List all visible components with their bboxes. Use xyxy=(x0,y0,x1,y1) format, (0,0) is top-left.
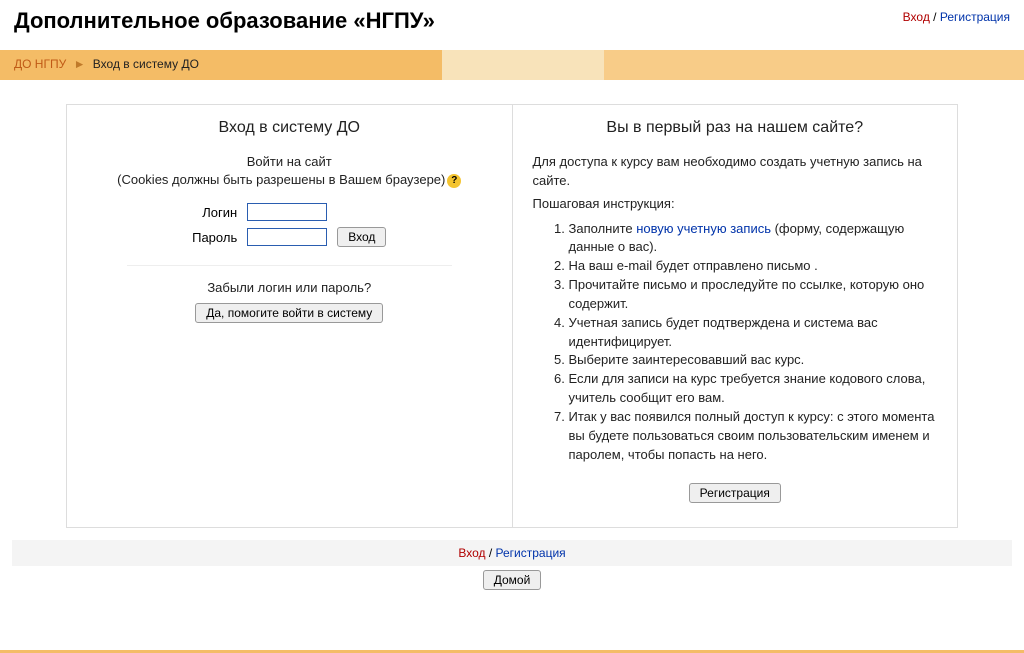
help-login-button[interactable]: Да, помогите войти в систему xyxy=(195,303,383,323)
footer-auth-links: Вход / Регистрация xyxy=(12,540,1012,566)
signup-intro-2: Пошаговая инструкция: xyxy=(533,195,938,214)
login-label: Логин xyxy=(188,201,241,223)
home-button[interactable]: Домой xyxy=(483,570,542,590)
login-submit-button[interactable]: Вход xyxy=(337,227,386,247)
bottom-rule xyxy=(0,650,1024,653)
top-auth-links: Вход / Регистрация xyxy=(903,10,1010,24)
list-item: Учетная запись будет подтверждена и сист… xyxy=(569,314,938,352)
top-register-link[interactable]: Регистрация xyxy=(940,10,1010,24)
signup-steps: Заполните новую учетную запись (форму, с… xyxy=(569,220,938,465)
password-label: Пароль xyxy=(188,225,241,249)
forgot-text: Забыли логин или пароль? xyxy=(87,280,492,295)
signup-intro-1: Для доступа к курсу вам необходимо созда… xyxy=(533,153,938,191)
list-item: Заполните новую учетную запись (форму, с… xyxy=(569,220,938,258)
site-title: Дополнительное образование «НГПУ» xyxy=(14,8,435,34)
breadcrumb-root[interactable]: ДО НГПУ xyxy=(14,57,66,71)
list-item: Итак у вас появился полный доступ к курс… xyxy=(569,408,938,465)
login-form: Логин Пароль Вход xyxy=(186,199,392,251)
list-item: Прочитайте письмо и проследуйте по ссылк… xyxy=(569,276,938,314)
breadcrumb: ДО НГПУ ► Вход в систему ДО xyxy=(14,57,199,71)
breadcrumb-arrow-icon: ► xyxy=(74,57,86,71)
breadcrumb-current: Вход в систему ДО xyxy=(93,57,199,71)
separator: / xyxy=(485,546,495,560)
divider xyxy=(127,265,452,266)
login-intro: Войти на сайт (Cookies должны быть разре… xyxy=(87,153,492,189)
footer-register-link[interactable]: Регистрация xyxy=(496,546,566,560)
login-panel: Вход в систему ДО Войти на сайт (Cookies… xyxy=(67,105,513,527)
breadcrumb-band: ДО НГПУ ► Вход в систему ДО xyxy=(0,50,1024,80)
signup-panel: Вы в первый раз на нашем сайте? Для дост… xyxy=(513,105,958,527)
login-heading: Вход в систему ДО xyxy=(87,119,492,137)
footer-login-link[interactable]: Вход xyxy=(458,546,485,560)
login-input[interactable] xyxy=(247,203,327,221)
password-input[interactable] xyxy=(247,228,327,246)
help-icon[interactable]: ? xyxy=(447,174,461,188)
register-button[interactable]: Регистрация xyxy=(689,483,781,503)
list-item: Выберите заинтересовавший вас курс. xyxy=(569,351,938,370)
top-login-link[interactable]: Вход xyxy=(903,10,930,24)
separator: / xyxy=(930,10,940,24)
list-item: На ваш e-mail будет отправлено письмо . xyxy=(569,257,938,276)
new-account-link[interactable]: новую учетную запись xyxy=(636,221,771,236)
signup-heading: Вы в первый раз на нашем сайте? xyxy=(533,119,938,137)
list-item: Если для записи на курс требуется знание… xyxy=(569,370,938,408)
